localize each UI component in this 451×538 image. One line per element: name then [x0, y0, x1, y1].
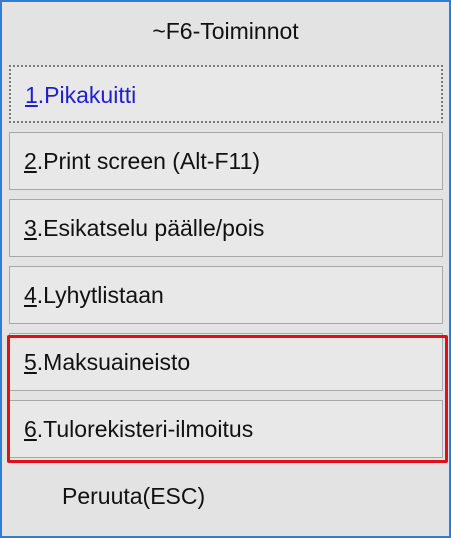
menu-item-print-screen[interactable]: 2.Print screen (Alt-F11)	[9, 132, 443, 190]
menu-item-lyhytlistaan[interactable]: 4.Lyhytlistaan	[9, 266, 443, 324]
menu-item-hotkey: 1	[25, 82, 38, 108]
menu-item-label: .Esikatselu päälle/pois	[36, 215, 265, 241]
menu-item-label: .Maksuaineisto	[36, 349, 191, 375]
menu-item-hotkey: 2	[24, 148, 37, 174]
cancel-button[interactable]: Peruuta(ESC)	[9, 467, 443, 525]
menu-item-hotkey: 5	[24, 349, 37, 375]
menu-item-hotkey: 6	[24, 416, 37, 442]
menu-item-pikakuitti[interactable]: 1.Pikakuitti	[9, 65, 443, 123]
menu-item-hotkey: 4	[24, 282, 37, 308]
menu-item-label: .Tulorekisteri-ilmoitus	[36, 416, 254, 442]
function-menu-window: ~F6-Toiminnot 1.Pikakuitti 2.Print scree…	[0, 0, 451, 538]
menu-item-esikatselu[interactable]: 3.Esikatselu päälle/pois	[9, 199, 443, 257]
menu-item-label: .Print screen (Alt-F11)	[36, 148, 261, 174]
menu-item-maksuaineisto[interactable]: 5.Maksuaineisto	[9, 333, 443, 391]
menu-item-label: .Pikakuitti	[37, 82, 137, 108]
menu-title: ~F6-Toiminnot	[2, 2, 449, 65]
menu-item-tulorekisteri-ilmoitus[interactable]: 6.Tulorekisteri-ilmoitus	[9, 400, 443, 458]
menu-item-label: .Lyhytlistaan	[36, 282, 164, 308]
menu-item-hotkey: 3	[24, 215, 37, 241]
